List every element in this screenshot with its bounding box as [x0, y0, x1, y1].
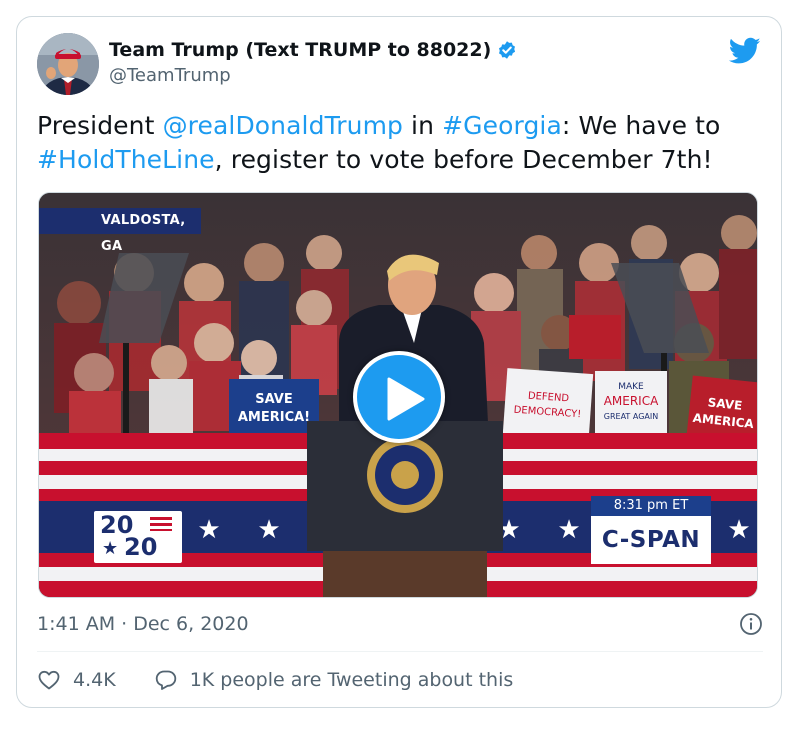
conversation-label: 1K people are Tweeting about this	[189, 669, 514, 691]
logo-year-bottom: 20	[124, 533, 158, 561]
network-logo: C-SPAN	[591, 516, 711, 564]
conversation-button[interactable]: 1K people are Tweeting about this	[154, 668, 514, 692]
timestamp-row: 1:41 AM · Dec 6, 2020	[37, 611, 763, 637]
tweet-text-segment: , register to vote before December 7th!	[214, 145, 713, 174]
reply-bubble-icon	[155, 670, 176, 690]
like-count: 4.4K	[73, 669, 116, 691]
tweet-text: President @realDonaldTrump in #Georgia: …	[37, 109, 767, 177]
star-icon: ★	[102, 538, 119, 559]
twitter-bird-icon[interactable]	[729, 37, 761, 65]
divider	[37, 651, 763, 652]
info-icon[interactable]	[739, 612, 763, 636]
location-label: VALDOSTA, GA	[39, 208, 201, 254]
svg-text:★: ★	[557, 515, 580, 545]
heart-icon	[38, 670, 60, 690]
tweet-text-segment: : We have to	[561, 111, 721, 140]
tweet-text-segment: in	[403, 111, 443, 140]
play-button[interactable]	[353, 351, 445, 443]
svg-text:GREAT AGAIN: GREAT AGAIN	[604, 412, 658, 421]
author-name-row[interactable]: Team Trump (Text TRUMP to 88022)	[109, 38, 517, 62]
svg-text:★: ★	[257, 515, 280, 545]
hashtag-link-holdtheline[interactable]: #HoldTheLine	[37, 145, 215, 174]
broadcast-time: 8:31 pm ET	[591, 496, 711, 516]
svg-text:MAKE: MAKE	[618, 382, 644, 392]
hashtag-link-georgia[interactable]: #Georgia	[442, 111, 562, 140]
tweet-text-segment: President	[37, 111, 163, 140]
tweet-card[interactable]: Team Trump (Text TRUMP to 88022) @TeamTr…	[16, 16, 782, 708]
play-icon	[387, 377, 425, 421]
verified-badge-icon	[499, 41, 516, 59]
svg-text:★: ★	[727, 515, 750, 545]
event-2020-logo: 20 ★ 20	[94, 511, 182, 563]
action-bar: 4.4K 1K people are Tweeting about this	[37, 665, 551, 695]
tweet-timestamp[interactable]: 1:41 AM · Dec 6, 2020	[37, 613, 249, 635]
logo-stripes	[150, 517, 172, 531]
mention-link[interactable]: @realDonaldTrump	[163, 111, 403, 140]
svg-text:AMERICA!: AMERICA!	[238, 410, 310, 425]
svg-text:★: ★	[197, 515, 220, 545]
author-handle[interactable]: @TeamTrump	[109, 64, 517, 88]
svg-text:SAVE: SAVE	[255, 392, 292, 407]
video-player[interactable]: SAVE AMERICA! DEFEND DEMOCRACY! MAKE AME…	[38, 192, 758, 598]
author-display-name[interactable]: Team Trump (Text TRUMP to 88022)	[109, 38, 491, 62]
svg-text:AMERICA: AMERICA	[604, 394, 659, 408]
tweet-header: Team Trump (Text TRUMP to 88022) @TeamTr…	[37, 33, 763, 97]
like-button[interactable]: 4.4K	[37, 668, 116, 692]
avatar[interactable]	[37, 33, 99, 95]
